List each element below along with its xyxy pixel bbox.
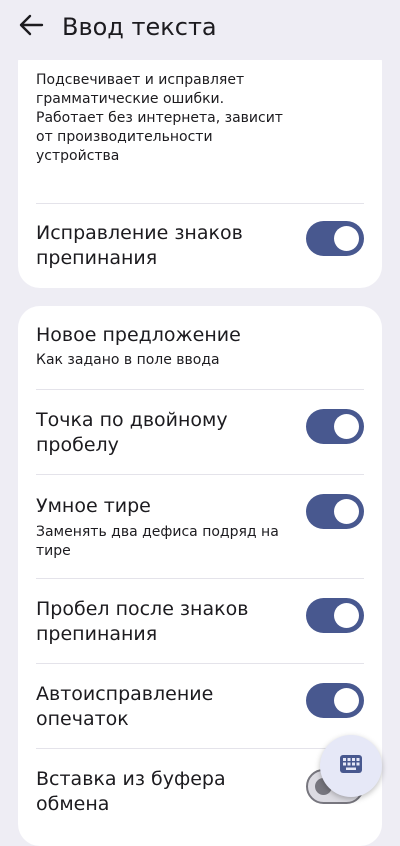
grammar-description: Подсвечивает и исправляет грамматические… [36,72,283,164]
divider [36,474,364,475]
grammar-card: Подсвечивает и исправляет грамматические… [18,40,382,288]
setting-smart-dash[interactable]: Умное тире Заменять два дефиса подряд на… [36,494,364,562]
top-app-bar: Ввод текста [0,0,400,60]
setting-space-after-punctuation[interactable]: Пробел после знаков препинания [36,597,364,649]
toggle-knob [334,414,359,439]
arrow-left-icon [17,11,45,43]
smart-dash-toggle[interactable] [306,494,364,529]
setting-label: Пробел после знаков препинания [36,598,249,645]
divider [36,663,364,664]
toggle-knob [334,499,359,524]
setting-label: Автоисправление опечаток [36,683,214,730]
setting-paste-from-clipboard[interactable]: Вставка из буфера обмена [36,767,364,819]
setting-label: Умное тире [36,495,151,517]
divider [36,748,364,749]
setting-label: Новое предложение [36,324,241,346]
keyboard-fab[interactable] [320,735,382,797]
double-space-period-toggle[interactable] [306,409,364,444]
toggle-knob [334,603,359,628]
setting-label: Точка по двойному пробелу [36,409,228,456]
page-title: Ввод текста [62,13,217,41]
divider [36,389,364,390]
divider [36,203,364,204]
back-button[interactable] [14,10,48,44]
toggle-knob [334,688,359,713]
space-after-punctuation-toggle[interactable] [306,598,364,633]
setting-double-space-period[interactable]: Точка по двойному пробелу [36,408,364,460]
setting-autocorrect-typos[interactable]: Автоисправление опечаток [36,682,364,734]
keyboard-icon [340,755,362,777]
setting-label: Вставка из буфера обмена [36,768,226,815]
toggle-knob [334,226,359,251]
punctuation-correction-toggle[interactable] [306,221,364,256]
setting-label: Исправление знаков препинания [36,222,243,269]
setting-summary: Заменять два дефиса подряд на тире [36,524,279,559]
setting-new-sentence[interactable]: Новое предложение Как задано в поле ввод… [36,323,364,373]
setting-summary: Как задано в поле ввода [36,352,220,368]
setting-punctuation-correction[interactable]: Исправление знаков препинания [36,221,364,273]
autocorrect-typos-toggle[interactable] [306,683,364,718]
divider [36,578,364,579]
